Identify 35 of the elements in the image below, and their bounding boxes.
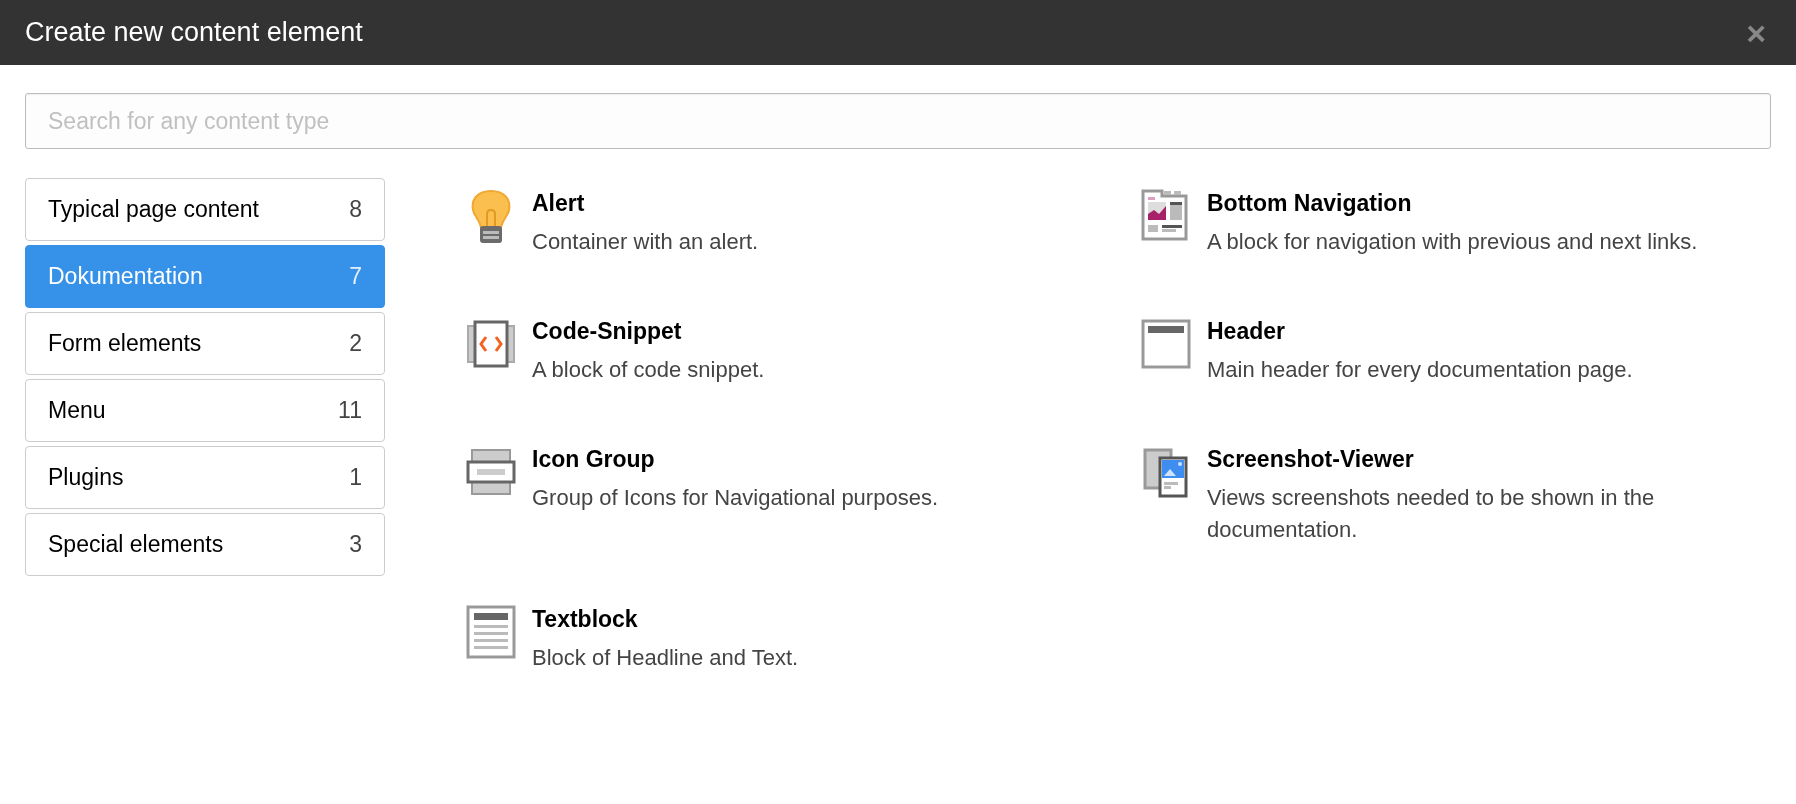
category-label: Dokumentation (48, 262, 203, 292)
element-description: Container with an alert. (532, 228, 759, 256)
category-label: Plugins (48, 463, 124, 493)
text-document-icon (465, 604, 517, 660)
element-title[interactable]: Icon Group (532, 444, 938, 474)
element-title[interactable]: Alert (532, 188, 759, 218)
category-item[interactable]: Menu 11 (25, 379, 385, 442)
category-label: Typical page content (48, 195, 259, 225)
category-count: 3 (349, 530, 362, 560)
element-description: Block of Headline and Text. (532, 644, 799, 672)
element-title[interactable]: Bottom Navigation (1207, 188, 1698, 218)
category-label: Form elements (48, 329, 202, 359)
element-title[interactable]: Screenshot-Viewer (1207, 444, 1741, 474)
close-button[interactable]: × (1746, 15, 1766, 50)
element-title[interactable]: Textblock (532, 604, 799, 634)
category-count: 11 (338, 396, 362, 426)
category-count: 7 (349, 262, 362, 292)
category-label: Menu (48, 396, 106, 426)
element-title[interactable]: Code-Snippet (532, 316, 765, 346)
category-item[interactable]: Plugins 1 (25, 446, 385, 509)
element-description: A block for navigation with previous and next links. (1207, 228, 1698, 256)
dialog-title: Create new content element (25, 16, 363, 50)
element-title[interactable]: Header (1207, 316, 1633, 346)
category-item[interactable]: Special elements 3 (25, 513, 385, 576)
element-description: Views screenshots needed to be shown in the documentation. (1207, 484, 1656, 544)
element-description: Group of Icons for Navigational purposes. (532, 484, 938, 512)
search-field[interactable]: Search for any content type (25, 93, 1771, 149)
element-description: Main header for every documentation page. (1207, 356, 1633, 384)
category-item[interactable]: Typical page content 8 (25, 178, 385, 241)
category-item[interactable]: Form elements 2 (25, 312, 385, 375)
element-description: A block of code snippet. (532, 356, 765, 384)
category-label: Special elements (48, 530, 224, 560)
category-count: 1 (349, 463, 362, 493)
category-count: 8 (349, 195, 362, 225)
category-count: 2 (349, 329, 362, 359)
